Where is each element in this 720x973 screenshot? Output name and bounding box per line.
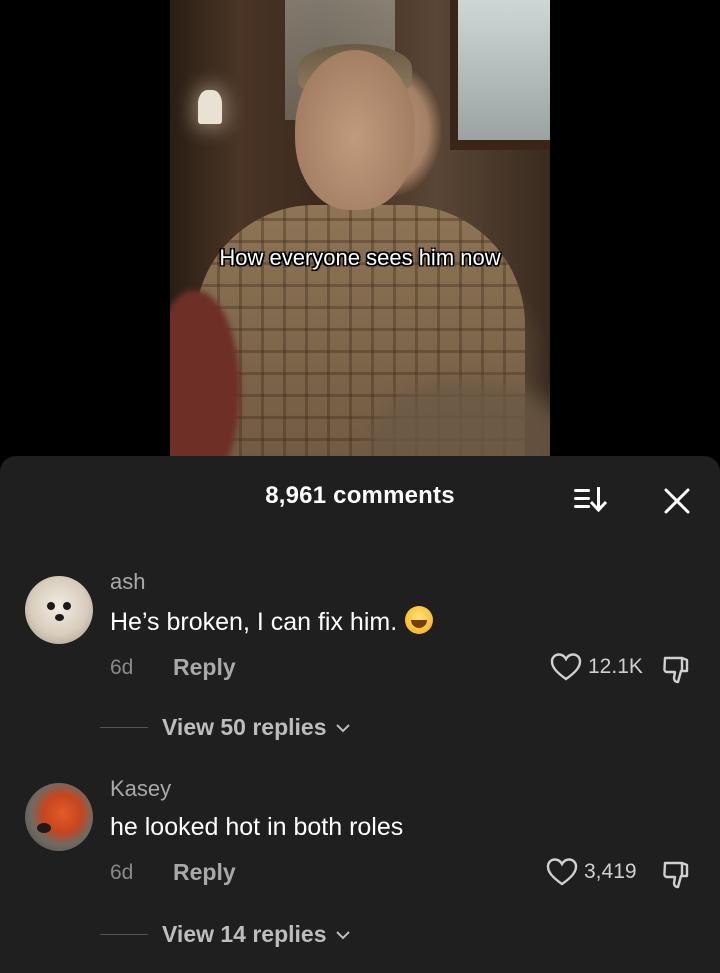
like-button[interactable]: 12.1K xyxy=(550,652,643,682)
comment-text: He’s broken, I can fix him. xyxy=(110,606,434,637)
comment-username[interactable]: Kasey xyxy=(110,776,171,802)
like-count: 3,419 xyxy=(584,860,637,883)
like-count: 12.1K xyxy=(588,655,643,678)
thumbs-down-icon[interactable] xyxy=(660,859,692,891)
heart-icon xyxy=(546,858,578,886)
video-frame xyxy=(170,0,550,470)
joy-emoji-icon xyxy=(405,606,434,634)
chevron-down-icon xyxy=(335,723,350,732)
avatar[interactable] xyxy=(25,576,93,644)
view-replies-button[interactable]: View 50 replies xyxy=(100,714,351,741)
reply-button[interactable]: Reply xyxy=(173,859,236,886)
sort-icon[interactable] xyxy=(570,484,610,516)
like-button[interactable]: 3,419 xyxy=(546,857,637,887)
video-caption: How everyone sees him now xyxy=(219,245,501,270)
heart-icon xyxy=(550,653,582,681)
comment-time: 6d xyxy=(110,861,134,884)
comment-time: 6d xyxy=(110,656,134,679)
view-replies-button[interactable]: View 14 replies xyxy=(100,921,351,948)
video-player[interactable]: How everyone sees him now xyxy=(0,0,720,470)
reply-button[interactable]: Reply xyxy=(173,654,236,681)
comments-count-title: 8,961 comments xyxy=(265,482,455,509)
comment-text: he looked hot in both roles xyxy=(110,813,404,841)
comments-sheet: 8,961 comments ash He’s broken, I can fi… xyxy=(0,456,720,973)
chevron-down-icon xyxy=(335,930,350,939)
close-icon[interactable] xyxy=(660,484,694,518)
avatar[interactable] xyxy=(25,783,93,851)
thumbs-down-icon[interactable] xyxy=(660,654,692,686)
comment-username[interactable]: ash xyxy=(110,569,145,595)
